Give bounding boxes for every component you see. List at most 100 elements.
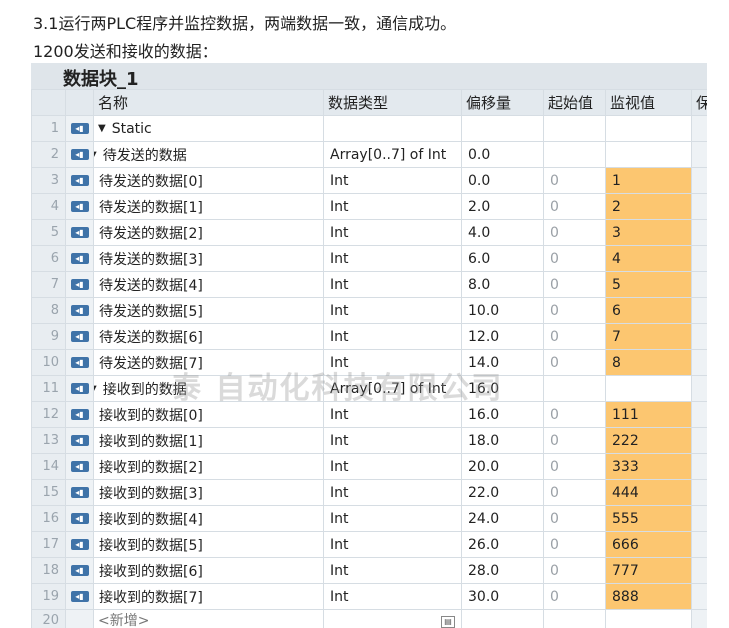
name-cell[interactable]: 待发送的数据[0] — [93, 167, 324, 194]
name-cell[interactable]: 待发送的数据[4] — [93, 271, 324, 298]
type-cell[interactable]: Int — [323, 505, 462, 532]
table-row[interactable]: 4 ◂▮ 待发送的数据[1] Int 2.0 0 2 — [31, 193, 707, 220]
type-cell[interactable]: Int — [323, 167, 462, 194]
type-picker-icon[interactable]: ▤ — [441, 615, 455, 628]
start-value-cell[interactable]: 0 — [543, 557, 606, 584]
table-row[interactable]: 9 ◂▮ 待发送的数据[6] Int 12.0 0 7 — [31, 323, 707, 350]
monitor-value-cell: 8 — [605, 349, 692, 376]
header-monitor[interactable]: 监视值 — [605, 89, 692, 116]
extra-cell — [691, 479, 707, 506]
type-cell[interactable]: Array[0..7] of Int — [323, 375, 462, 402]
interface-icon-cell: ◂▮ — [65, 245, 94, 272]
type-cell[interactable] — [323, 115, 462, 142]
name-cell[interactable]: ▼ 待发送的数据 — [93, 141, 324, 168]
name-cell[interactable]: 接收到的数据[0] — [93, 401, 324, 428]
table-row[interactable]: 17 ◂▮ 接收到的数据[5] Int 26.0 0 666 — [31, 531, 707, 558]
name-cell[interactable]: 接收到的数据[5] — [93, 531, 324, 558]
name-cell[interactable]: 接收到的数据[2] — [93, 453, 324, 480]
table-row[interactable]: 16 ◂▮ 接收到的数据[4] Int 24.0 0 555 — [31, 505, 707, 532]
new-row[interactable]: 20 <新增> ▤ — [31, 609, 707, 628]
table-row[interactable]: 1 ◂▮ ▼ Static — [31, 115, 707, 142]
table-row[interactable]: 2 ◂▮ ▼ 待发送的数据 Array[0..7] of Int0.0 — [31, 141, 707, 168]
name-cell[interactable]: 待发送的数据[5] — [93, 297, 324, 324]
header-type[interactable]: 数据类型 — [323, 89, 462, 116]
name-cell[interactable]: 接收到的数据[1] — [93, 427, 324, 454]
start-value-cell[interactable]: 0 — [543, 453, 606, 480]
new-row-name-cell[interactable]: <新增> — [93, 609, 324, 628]
name-cell[interactable]: 待发送的数据[6] — [93, 323, 324, 350]
table-row[interactable]: 10 ◂▮ 待发送的数据[7] Int 14.0 0 8 — [31, 349, 707, 376]
type-cell[interactable]: Int — [323, 271, 462, 298]
header-name[interactable]: 名称 — [93, 89, 324, 116]
start-value-cell[interactable]: 0 — [543, 583, 606, 610]
table-row[interactable]: 19 ◂▮ 接收到的数据[7] Int 30.0 0 888 — [31, 583, 707, 610]
name-cell[interactable]: 接收到的数据[6] — [93, 557, 324, 584]
start-value-cell[interactable] — [543, 115, 606, 142]
start-value-cell[interactable]: 0 — [543, 349, 606, 376]
table-row[interactable]: 14 ◂▮ 接收到的数据[2] Int 20.0 0 333 — [31, 453, 707, 480]
name-cell[interactable]: 接收到的数据[4] — [93, 505, 324, 532]
table-row[interactable]: 11 ◂▮ ▼ 接收到的数据 Array[0..7] of Int16.0 — [31, 375, 707, 402]
table-row[interactable]: 5 ◂▮ 待发送的数据[2] Int 4.0 0 3 — [31, 219, 707, 246]
interface-icon-cell: ◂▮ — [65, 453, 94, 480]
name-cell[interactable]: 待发送的数据[3] — [93, 245, 324, 272]
offset-cell: 26.0 — [461, 531, 544, 558]
table-row[interactable]: 18 ◂▮ 接收到的数据[6] Int 28.0 0 777 — [31, 557, 707, 584]
type-cell[interactable]: Int — [323, 245, 462, 272]
type-cell[interactable]: Array[0..7] of Int — [323, 141, 462, 168]
name-cell[interactable]: 待发送的数据[2] — [93, 219, 324, 246]
type-cell[interactable]: Int — [323, 427, 462, 454]
header-extra[interactable]: 保 — [691, 89, 707, 116]
table-row[interactable]: 13 ◂▮ 接收到的数据[1] Int 18.0 0 222 — [31, 427, 707, 454]
type-cell[interactable]: Int — [323, 531, 462, 558]
start-value-cell[interactable]: 0 — [543, 531, 606, 558]
start-value-cell[interactable]: 0 — [543, 427, 606, 454]
table-row[interactable]: 3 ◂▮ 待发送的数据[0] Int 0.0 0 1 — [31, 167, 707, 194]
start-value-cell[interactable]: 0 — [543, 245, 606, 272]
name-cell[interactable]: 接收到的数据[7] — [93, 583, 324, 610]
type-cell[interactable]: Int — [323, 479, 462, 506]
name-cell[interactable]: 待发送的数据[7] — [93, 349, 324, 376]
type-cell[interactable]: Int — [323, 193, 462, 220]
table-row[interactable]: 15 ◂▮ 接收到的数据[3] Int 22.0 0 444 — [31, 479, 707, 506]
expand-triangle-icon[interactable]: ▼ — [95, 384, 97, 395]
start-value-cell[interactable]: 0 — [543, 401, 606, 428]
row-number: 9 — [31, 323, 66, 350]
type-cell[interactable]: Int — [323, 453, 462, 480]
header-start[interactable]: 起始值 — [543, 89, 606, 116]
start-value-cell[interactable]: 0 — [543, 167, 606, 194]
header-row: 名称 数据类型 偏移量 起始值 监视值 保 — [31, 89, 707, 116]
type-cell[interactable]: Int — [323, 323, 462, 350]
table-row[interactable]: 6 ◂▮ 待发送的数据[3] Int 6.0 0 4 — [31, 245, 707, 272]
expand-triangle-icon[interactable]: ▼ — [98, 123, 106, 134]
header-offset[interactable]: 偏移量 — [461, 89, 544, 116]
name-cell[interactable]: 待发送的数据[1] — [93, 193, 324, 220]
table-row[interactable]: 8 ◂▮ 待发送的数据[5] Int 10.0 0 6 — [31, 297, 707, 324]
extra-cell — [691, 193, 707, 220]
offset-cell: 14.0 — [461, 349, 544, 376]
type-cell[interactable]: Int — [323, 401, 462, 428]
start-value-cell[interactable]: 0 — [543, 271, 606, 298]
expand-triangle-icon[interactable]: ▼ — [95, 150, 97, 161]
type-cell[interactable]: Int — [323, 557, 462, 584]
name-cell[interactable]: ▼ 接收到的数据 — [93, 375, 324, 402]
start-value-cell[interactable]: 0 — [543, 479, 606, 506]
name-cell[interactable]: 接收到的数据[3] — [93, 479, 324, 506]
type-cell[interactable]: Int — [323, 297, 462, 324]
start-value-cell[interactable] — [543, 141, 606, 168]
start-value-cell[interactable]: 0 — [543, 219, 606, 246]
name-cell[interactable]: ▼ Static — [93, 115, 324, 142]
start-value-cell[interactable]: 0 — [543, 505, 606, 532]
start-value-cell[interactable] — [543, 375, 606, 402]
type-cell[interactable]: Int — [323, 219, 462, 246]
table-row[interactable]: 12 ◂▮ 接收到的数据[0] Int 16.0 0 111 — [31, 401, 707, 428]
extra-cell — [691, 115, 707, 142]
start-value-cell[interactable]: 0 — [543, 323, 606, 350]
type-cell[interactable]: ▤ — [323, 609, 462, 628]
interface-icon: ◂▮ — [70, 201, 89, 212]
type-cell[interactable]: Int — [323, 583, 462, 610]
type-cell[interactable]: Int — [323, 349, 462, 376]
table-row[interactable]: 7 ◂▮ 待发送的数据[4] Int 8.0 0 5 — [31, 271, 707, 298]
start-value-cell[interactable]: 0 — [543, 297, 606, 324]
start-value-cell[interactable]: 0 — [543, 193, 606, 220]
